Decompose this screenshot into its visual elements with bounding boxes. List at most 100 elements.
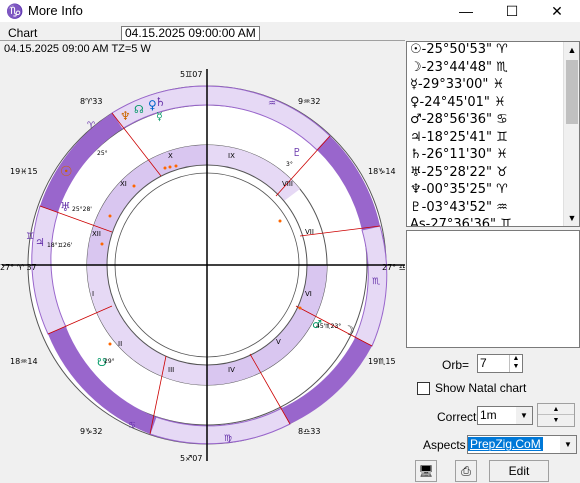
list-item[interactable]: ☽-23°44'48" ♏: [407, 60, 579, 78]
chevron-down-icon[interactable]: ▼: [538, 415, 574, 426]
tab-chart[interactable]: Chart: [8, 26, 37, 40]
planet-degree: 25°28': [72, 206, 92, 213]
planet-degree: 29°: [104, 358, 115, 365]
planet-glyph: ♃: [35, 236, 45, 249]
house-number: VI: [305, 290, 312, 298]
planet-glyph: ♄: [155, 95, 166, 109]
cusp-label-h5: 8♎33: [298, 427, 320, 436]
aspects-label: Aspects: [423, 438, 466, 452]
sign-glyph: ♈: [87, 121, 96, 131]
sign-glyph: ♏: [372, 277, 380, 287]
house-number: X: [168, 152, 173, 160]
house-number: V: [276, 338, 281, 346]
cusp-label-bottom: 5♐07: [180, 454, 202, 463]
aspect-dot: [168, 165, 172, 169]
app-icon: ♑: [6, 3, 24, 19]
minimize-button[interactable]: —: [443, 0, 489, 22]
planet-glyph: ☿: [156, 110, 163, 123]
planet-glyph: ♇: [292, 146, 302, 159]
list-item[interactable]: ☿-29°33'00" ♓: [407, 77, 579, 95]
scroll-down-icon[interactable]: ▼: [564, 210, 579, 226]
list-item[interactable]: ♇-03°43'52" ♒: [407, 200, 579, 218]
planet-degree: 45'♏23°: [316, 323, 341, 330]
house-number: VII: [305, 228, 314, 236]
cusp-label-h6: 19♏15: [368, 357, 396, 366]
orb-stepper[interactable]: ▲ ▼: [509, 355, 522, 372]
show-natal-checkbox[interactable]: [417, 382, 430, 395]
correct-select[interactable]: 1m ▼: [477, 406, 533, 425]
tab-date[interactable]: 04.15.2025 09:00:00 AM: [121, 26, 260, 41]
house-number: IX: [228, 152, 235, 160]
planet-degree: 18°♊26': [47, 242, 73, 249]
house-number: III: [168, 366, 174, 374]
cusp-label-left: 27° ♈ 37: [0, 263, 37, 272]
planet-glyph: ♅: [60, 200, 71, 214]
sun-glyph: ☉: [60, 164, 73, 180]
title-bar: ♑ More Info — ☐ ✕: [0, 0, 580, 22]
list-item[interactable]: ♀-24°45'01" ♓: [407, 95, 579, 113]
aspect-dot: [108, 342, 112, 346]
aspect-dot: [132, 184, 136, 188]
aspect-dot: [108, 214, 112, 218]
correct-label: Correct: [437, 410, 477, 424]
aspects-select[interactable]: PrepZig.CoM ▼: [467, 435, 577, 454]
list-item[interactable]: ♂-28°56'36" ♋: [407, 112, 579, 130]
planet-degree: 25°: [97, 150, 108, 157]
window-title: More Info: [28, 3, 83, 18]
planet-list-scrollbar[interactable]: ▲ ▼: [563, 42, 579, 226]
cusp-label-h3: 9♑32: [80, 427, 102, 436]
list-item[interactable]: ☉-25°50'53" ♈: [407, 42, 579, 60]
edit-button[interactable]: Edit: [489, 460, 549, 482]
house-number: I: [92, 290, 94, 298]
aspect-dot: [174, 164, 178, 168]
house-number: XII: [92, 230, 101, 238]
cusp-label-h9: 9♒32: [298, 97, 320, 106]
aspect-dot: [100, 242, 104, 246]
planet-degree: 3°: [286, 161, 293, 168]
sign-glyph: ♊: [26, 232, 34, 242]
astro-chart[interactable]: 5♊07 5♐07 27° ♈ 37 27° ♎ 37 8♈33 19♓15 1…: [0, 56, 405, 481]
moon-glyph: ☽: [343, 324, 355, 339]
cusp-label-h11: 8♈33: [80, 97, 102, 106]
sign-glyph: ♍: [224, 434, 232, 444]
maximize-button[interactable]: ☐: [489, 0, 535, 22]
sign-glyph: ♋: [128, 421, 136, 431]
cusp-label-right: 27° ♎ 37: [382, 263, 405, 272]
planet-glyph: ☊: [134, 103, 144, 116]
chart-info: 04.15.2025 09:00 AM TZ=5 W: [4, 43, 151, 55]
orb-label: Orb=: [442, 358, 470, 372]
chevron-down-icon[interactable]: ▼: [516, 407, 532, 424]
monitor-icon[interactable]: 🖥: [415, 460, 437, 482]
house-number: XI: [120, 180, 127, 188]
tab-row: Chart 04.15.2025 09:00:00 AM: [0, 25, 405, 41]
house-number: IV: [228, 366, 235, 374]
house-number: VIII: [282, 180, 293, 188]
list-item[interactable]: As-27°36'36" ♊: [407, 217, 579, 226]
house-number: II: [118, 340, 122, 348]
scroll-thumb[interactable]: [566, 60, 578, 124]
aspect-text-box[interactable]: [406, 230, 580, 348]
cusp-label-top: 5♊07: [180, 70, 202, 79]
list-item[interactable]: ♅-25°28'22" ♉: [407, 165, 579, 183]
chevron-down-icon[interactable]: ▼: [510, 363, 522, 371]
planet-list[interactable]: ☉-25°50'53" ♈ ☽-23°44'48" ♏ ☿-29°33'00" …: [406, 41, 580, 227]
list-item[interactable]: ♃-18°25'41" ♊: [407, 130, 579, 148]
list-item[interactable]: ♄-26°11'30" ♓: [407, 147, 579, 165]
print-icon[interactable]: ⎙: [455, 460, 477, 482]
aspect-dot: [163, 166, 167, 170]
show-natal-label: Show Natal chart: [435, 381, 527, 395]
right-panel: ☉-25°50'53" ♈ ☽-23°44'48" ♏ ☿-29°33'00" …: [405, 40, 580, 483]
list-item[interactable]: ♆-00°35'25" ♈: [407, 182, 579, 200]
aspect-dot: [278, 219, 282, 223]
close-button[interactable]: ✕: [534, 0, 580, 22]
chevron-down-icon[interactable]: ▼: [560, 436, 576, 453]
chevron-up-icon[interactable]: ▲: [538, 404, 574, 415]
chevron-up-icon[interactable]: ▲: [510, 355, 522, 363]
cusp-label-h12: 19♓15: [10, 167, 38, 176]
planet-glyph: ♆: [120, 109, 131, 123]
aspect-dot: [298, 306, 302, 310]
scroll-up-icon[interactable]: ▲: [564, 42, 579, 58]
cusp-label-h8: 18♑14: [368, 167, 396, 176]
correct-updown[interactable]: ▲ ▼: [537, 403, 575, 427]
cusp-label-h2: 18♒14: [10, 357, 38, 366]
